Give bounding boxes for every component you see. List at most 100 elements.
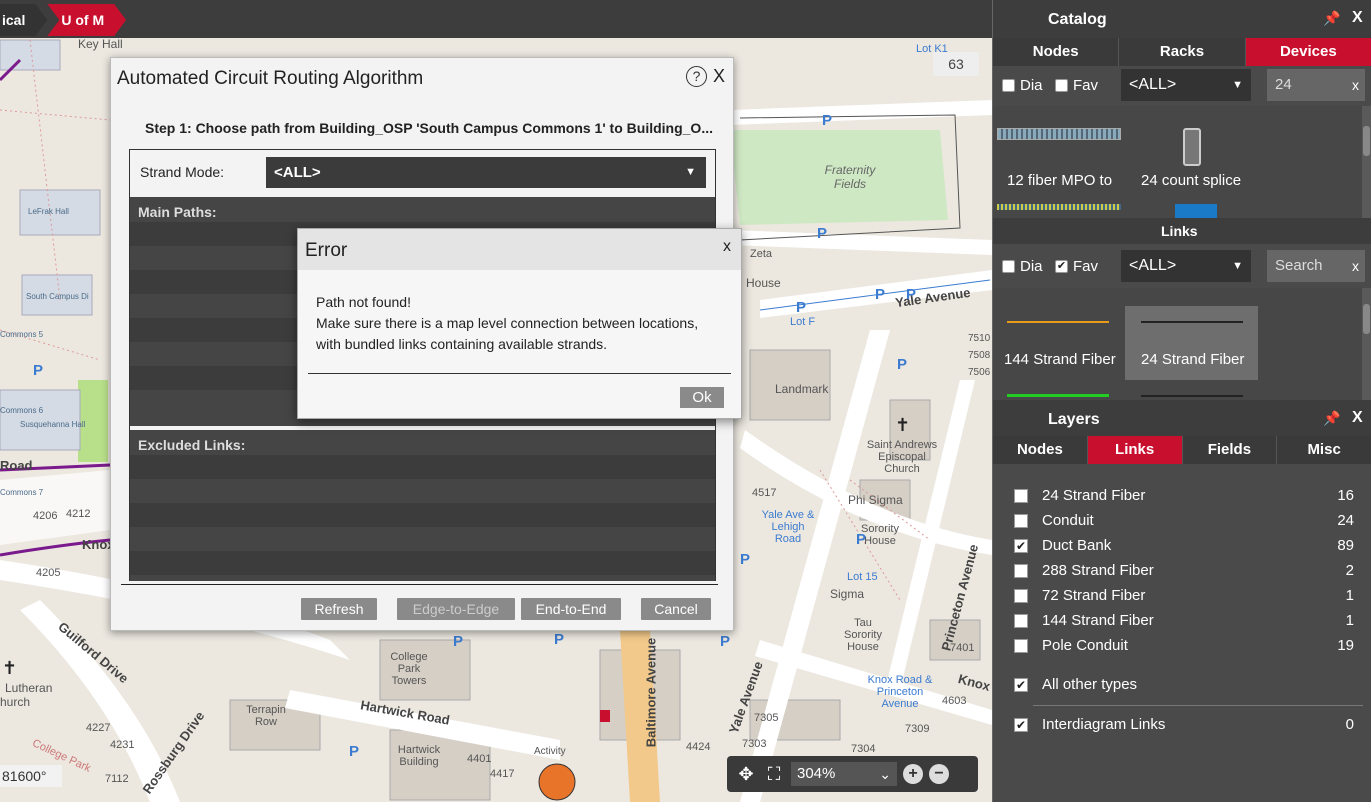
map-label: 7510 xyxy=(968,333,991,344)
tab-links[interactable]: Links xyxy=(1087,436,1183,464)
layer-checkbox[interactable] xyxy=(1014,514,1028,528)
layer-row[interactable]: 288 Strand Fiber 2 xyxy=(993,559,1371,584)
clear-icon[interactable]: x xyxy=(1352,250,1359,282)
tab-nodes[interactable]: Nodes xyxy=(993,38,1120,66)
layer-checkbox[interactable] xyxy=(1014,589,1028,603)
map-label: Activity xyxy=(534,746,566,757)
catalog-scrollbar[interactable] xyxy=(1362,106,1371,218)
map-label: 7112 xyxy=(105,773,129,785)
link-line-swatch xyxy=(1141,395,1243,397)
layer-checkbox[interactable] xyxy=(1014,564,1028,578)
map-label: 7303 xyxy=(742,738,767,750)
ok-button[interactable]: Ok xyxy=(680,387,724,408)
map-label: 4206 xyxy=(33,510,58,522)
main-paths-label: Main Paths: xyxy=(138,204,217,220)
clear-icon[interactable]: x xyxy=(1352,69,1359,101)
pin-icon[interactable]: 📌 xyxy=(1323,10,1340,27)
hospital-icon xyxy=(600,710,610,722)
tab-nodes[interactable]: Nodes xyxy=(993,436,1088,464)
tab-devices[interactable]: Devices xyxy=(1245,38,1371,66)
excluded-links-list[interactable]: Excluded Links: xyxy=(130,430,715,581)
pan-icon[interactable]: ✥ xyxy=(735,764,757,785)
link-line-swatch xyxy=(1007,321,1109,323)
fit-screen-icon[interactable]: ⛶ xyxy=(763,764,785,785)
layer-checkbox[interactable] xyxy=(1014,639,1028,653)
catalog-title: Catalog xyxy=(1048,11,1107,28)
divider xyxy=(1033,705,1363,706)
street-label: Road xyxy=(0,458,33,473)
layer-row[interactable]: 24 Strand Fiber 16 xyxy=(993,484,1371,509)
cancel-button[interactable]: Cancel xyxy=(641,598,711,620)
caret-down-icon: ▼ xyxy=(1232,79,1243,91)
strand-mode-row: Strand Mode: <ALL> ▼ xyxy=(130,150,715,194)
tab-fields[interactable]: Fields xyxy=(1183,436,1278,464)
catalog-type-select[interactable]: <ALL> ▼ xyxy=(1121,69,1251,101)
caret-down-icon: ▼ xyxy=(1232,260,1243,272)
link-item-label[interactable]: 144 Strand Fiber xyxy=(1004,351,1116,368)
church-cross-icon: ✝ xyxy=(2,658,18,678)
end-to-end-button[interactable]: End-to-End xyxy=(521,598,621,620)
selected-link-tile[interactable] xyxy=(1125,306,1258,380)
map-label: 4417 xyxy=(490,768,515,780)
layer-checkbox[interactable]: ✔ xyxy=(1014,539,1028,553)
device-thumbnail[interactable] xyxy=(997,204,1121,210)
all-other-types-row[interactable]: ✔ All other types xyxy=(993,673,1371,698)
layer-checkbox[interactable] xyxy=(1014,614,1028,628)
breadcrumb: ical U of M xyxy=(0,4,126,36)
dia-checkbox[interactable] xyxy=(1002,79,1015,92)
tab-racks[interactable]: Racks xyxy=(1119,38,1246,66)
link-line-swatch xyxy=(1007,394,1109,397)
link-line-swatch xyxy=(1141,321,1243,323)
fav-checkbox[interactable] xyxy=(1055,79,1068,92)
fav-checkbox[interactable]: ✔ xyxy=(1055,260,1068,273)
links-type-select[interactable]: <ALL> ▼ xyxy=(1121,250,1251,282)
layer-row[interactable]: Conduit 24 xyxy=(993,509,1371,534)
links-search-input[interactable]: Search x xyxy=(1267,250,1365,282)
zoom-out-icon[interactable]: − xyxy=(929,764,949,784)
layer-checkbox[interactable]: ✔ xyxy=(1014,678,1028,692)
interdiagram-links-row[interactable]: ✔ Interdiagram Links 0 xyxy=(993,713,1371,738)
close-button[interactable]: X xyxy=(713,66,725,87)
breadcrumb-item[interactable]: ical xyxy=(0,4,47,36)
edge-to-edge-button[interactable]: Edge-to-Edge xyxy=(397,598,515,620)
map-label: 4424 xyxy=(686,741,711,753)
map-label: South Campus Di xyxy=(26,292,89,301)
layer-checkbox[interactable]: ✔ xyxy=(1014,718,1028,732)
layer-row[interactable]: 72 Strand Fiber 1 xyxy=(993,584,1371,609)
layer-row[interactable]: Pole Conduit 19 xyxy=(993,634,1371,659)
mpo-device-thumbnail[interactable] xyxy=(997,128,1121,140)
activity-basketball-icon xyxy=(538,763,576,801)
breadcrumb-item-current[interactable]: U of M xyxy=(47,4,126,36)
layer-checkbox[interactable] xyxy=(1014,489,1028,503)
parking-icon: P xyxy=(33,362,44,379)
map-label: 7506 xyxy=(968,367,991,378)
close-icon[interactable]: X xyxy=(1352,409,1363,427)
catalog-search-input[interactable]: 24 x xyxy=(1267,69,1365,101)
map-label: Commons 5 xyxy=(0,330,44,339)
link-item-label[interactable]: 24 Strand Fiber xyxy=(1141,351,1244,368)
links-scrollbar[interactable] xyxy=(1362,288,1371,400)
help-icon[interactable]: ? xyxy=(686,66,707,87)
pin-icon[interactable]: 📌 xyxy=(1323,410,1340,427)
parking-icon: P xyxy=(856,531,867,548)
splice-device-thumbnail[interactable] xyxy=(1183,128,1201,166)
close-button[interactable]: x xyxy=(723,238,731,256)
map-label: Terrapin Row xyxy=(246,704,286,728)
layer-row[interactable]: ✔ Duct Bank 89 xyxy=(993,534,1371,559)
parking-icon: P xyxy=(554,631,565,648)
tab-misc[interactable]: Misc xyxy=(1277,436,1371,464)
dia-checkbox[interactable] xyxy=(1002,260,1015,273)
catalog-item-label[interactable]: 12 fiber MPO to xyxy=(1007,172,1112,189)
refresh-button[interactable]: Refresh xyxy=(301,598,377,620)
layer-row[interactable]: 144 Strand Fiber 1 xyxy=(993,609,1371,634)
zoom-in-icon[interactable]: + xyxy=(903,764,923,784)
strand-mode-select[interactable]: <ALL> ▼ xyxy=(266,157,706,188)
dialog-title: Automated Circuit Routing Algorithm xyxy=(117,68,424,89)
parking-icon: P xyxy=(822,112,833,129)
catalog-item-label[interactable]: 24 count splice xyxy=(1141,172,1241,189)
error-dialog: Error x Path not found! Make sure there … xyxy=(297,228,742,419)
fav-label: Fav xyxy=(1073,258,1099,275)
close-icon[interactable]: X xyxy=(1352,9,1363,27)
device-thumbnail[interactable] xyxy=(1175,204,1217,218)
zoom-level-select[interactable]: 304% ⌄ xyxy=(791,762,897,786)
